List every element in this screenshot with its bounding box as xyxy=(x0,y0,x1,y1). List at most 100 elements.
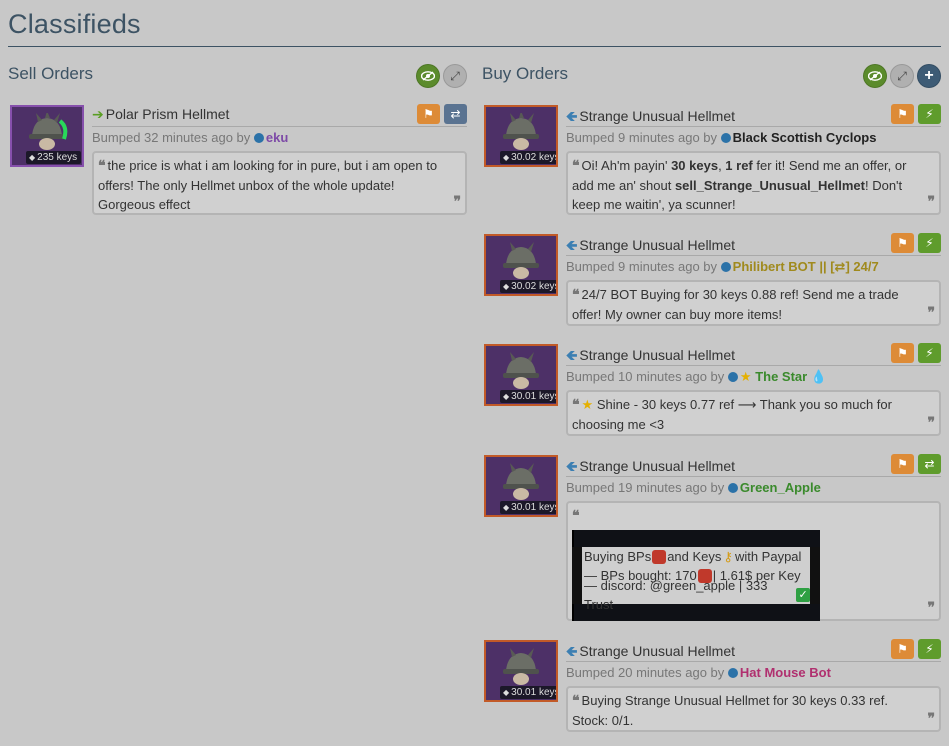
hellmet-icon xyxy=(503,463,539,500)
quote-open-icon: ❝ xyxy=(572,693,580,709)
quote-open-icon: ❝ xyxy=(572,158,580,174)
tag-icon: ◆ xyxy=(503,503,510,512)
expand-icon[interactable]: ⤢ xyxy=(890,64,914,88)
item-title-row: 🡸 Strange Unusual Hellmet ⚑ ⇄ xyxy=(566,454,941,480)
price-tag: ◆ 30.01 keys xyxy=(500,390,556,403)
sell-arrow-icon: ➔ xyxy=(92,106,104,122)
item-name[interactable]: 🡸 Strange Unusual Hellmet xyxy=(566,456,735,480)
instant-trade-lightning-icon[interactable]: ⚡ xyxy=(918,639,941,659)
quote-close-icon: ❞ xyxy=(927,711,935,727)
quote-close-icon: ❞ xyxy=(927,194,935,210)
user-link[interactable]: eku xyxy=(266,130,288,145)
listing-message: ❝ Oi! Ah'm payin' 30 keys, 1 ref fer it! … xyxy=(566,151,941,215)
user-link[interactable]: Black Scottish Cyclops xyxy=(733,130,877,145)
report-flag-icon[interactable]: ⚑ xyxy=(891,104,914,124)
backpack-emoji-icon xyxy=(652,549,667,564)
instant-trade-lightning-icon[interactable]: ⚡ xyxy=(918,343,941,363)
item-thumbnail[interactable]: ◆ 30.02 keys xyxy=(484,234,558,296)
bumped-info: Bumped 19 minutes ago by Green_Apple xyxy=(566,480,821,495)
instant-trade-lightning-icon[interactable]: ⚡ xyxy=(918,233,941,253)
item-thumbnail[interactable]: ◆ 235 keys xyxy=(10,105,84,167)
report-flag-icon[interactable]: ⚑ xyxy=(891,639,914,659)
buy-orders-header: Buy Orders ⤢ + xyxy=(482,56,941,92)
trade-swap-icon[interactable]: ⇄ xyxy=(918,454,941,474)
hellmet-icon xyxy=(503,648,539,685)
toggle-visibility-icon[interactable] xyxy=(863,64,887,88)
report-flag-icon[interactable]: ⚑ xyxy=(891,454,914,474)
toggle-visibility-icon[interactable] xyxy=(416,64,440,88)
buy-orders-column: Buy Orders ⤢ + ◆ 30.02 keys 🡸 Strange Unus… xyxy=(482,56,941,732)
user-link[interactable]: Hat Mouse Bot xyxy=(740,665,831,680)
quote-open-icon: ❝ xyxy=(98,158,106,174)
quote-close-icon: ❞ xyxy=(927,415,935,431)
sell-orders-header: Sell Orders ⤢ xyxy=(8,56,467,92)
online-status-icon xyxy=(727,372,738,382)
listing-message: ❝ the price is what i am looking for in p… xyxy=(92,151,467,215)
add-listing-icon[interactable]: + xyxy=(917,64,941,88)
quote-open-icon: ❝ xyxy=(572,508,580,524)
expand-icon[interactable]: ⤢ xyxy=(443,64,467,88)
listing-message: ❝ Buying Strange Unusual Hellmet for 30 k… xyxy=(566,686,941,732)
online-status-icon xyxy=(253,133,264,143)
listing-message: ❝ Buying BPs and Keys ⚷ with Paypal — BPs… xyxy=(566,501,941,621)
price-tag: ◆ 30.02 keys xyxy=(500,280,556,293)
hellmet-icon xyxy=(503,242,539,279)
ascii-line: — discord: @green_apple | 333 Trust ✓ xyxy=(572,578,820,612)
item-name[interactable]: 🡸 Strange Unusual Hellmet xyxy=(566,235,735,259)
user-link[interactable]: The Star xyxy=(755,369,807,384)
online-status-icon xyxy=(720,262,731,272)
listing-message: ❝ ★ Shine - 30 keys 0.77 ref ⟶ Thank you … xyxy=(566,390,941,436)
item-name[interactable]: 🡸 Strange Unusual Hellmet xyxy=(566,106,735,130)
item-thumbnail[interactable]: ◆ 30.01 keys xyxy=(484,640,558,702)
item-name[interactable]: ➔ Polar Prism Hellmet xyxy=(92,106,229,123)
key-emoji-icon: ⚷ xyxy=(723,549,733,564)
item-title-row: 🡸 Strange Unusual Hellmet ⚑ ⚡ xyxy=(566,233,941,259)
item-thumbnail[interactable]: ◆ 30.01 keys xyxy=(484,344,558,406)
price-tag: ◆ 30.01 keys xyxy=(500,686,556,699)
ascii-border-top xyxy=(572,530,820,547)
tag-icon: ◆ xyxy=(503,153,510,162)
buy-arrow-icon: 🡸 xyxy=(566,108,578,124)
report-flag-icon[interactable]: ⚑ xyxy=(891,233,914,253)
title-divider xyxy=(8,46,941,47)
droplet-icon: 💧 xyxy=(810,369,828,384)
item-thumbnail[interactable]: ◆ 30.02 keys xyxy=(484,105,558,167)
quote-open-icon: ❝ xyxy=(572,287,580,303)
user-link[interactable]: Green_Apple xyxy=(740,480,821,495)
online-status-icon xyxy=(727,483,738,493)
user-link[interactable]: Philibert BOT || [⇄] 24/7 xyxy=(733,259,879,274)
instant-trade-lightning-icon[interactable]: ⚡ xyxy=(918,104,941,124)
bumped-info: Bumped 9 minutes ago by Philibert BOT ||… xyxy=(566,259,879,274)
report-flag-icon[interactable]: ⚑ xyxy=(417,104,440,124)
online-status-icon xyxy=(727,668,738,678)
buy-arrow-icon: 🡸 xyxy=(566,458,578,474)
item-name[interactable]: 🡸 Strange Unusual Hellmet xyxy=(566,641,735,665)
bumped-info: Bumped 32 minutes ago by eku xyxy=(92,130,289,145)
sell-orders-title: Sell Orders xyxy=(8,64,94,83)
check-emoji-icon: ✓ xyxy=(796,587,810,602)
bumped-info: Bumped 9 minutes ago by Black Scottish C… xyxy=(566,130,877,145)
quote-close-icon: ❞ xyxy=(927,305,935,321)
hellmet-icon xyxy=(503,113,539,150)
price-tag: ◆ 235 keys xyxy=(26,151,82,164)
buy-arrow-icon: 🡸 xyxy=(566,643,578,659)
report-flag-icon[interactable]: ⚑ xyxy=(891,343,914,363)
tag-icon: ◆ xyxy=(503,282,510,291)
buy-arrow-icon: 🡸 xyxy=(566,237,578,253)
bumped-info: Bumped 10 minutes ago by ★ The Star 💧 xyxy=(566,369,828,384)
quote-close-icon: ❞ xyxy=(927,600,935,616)
hellmet-icon xyxy=(29,113,68,150)
price-tag: ◆ 30.02 keys xyxy=(500,151,556,164)
ascii-line: Buying BPs and Keys ⚷ with Paypal xyxy=(572,547,820,566)
star-icon: ★ xyxy=(581,397,594,412)
tag-icon: ◆ xyxy=(29,153,36,162)
item-title-row: 🡸 Strange Unusual Hellmet ⚑ ⚡ xyxy=(566,104,941,130)
item-thumbnail[interactable]: ◆ 30.01 keys xyxy=(484,455,558,517)
item-title-row: 🡸 Strange Unusual Hellmet ⚑ ⚡ xyxy=(566,343,941,369)
trade-swap-icon[interactable]: ⇄ xyxy=(444,104,467,124)
listing-message: ❝ 24/7 BOT Buying for 30 keys 0.88 ref! S… xyxy=(566,280,941,326)
page-title: Classifieds xyxy=(8,9,141,39)
item-name[interactable]: 🡸 Strange Unusual Hellmet xyxy=(566,345,735,369)
quote-open-icon: ❝ xyxy=(572,397,580,413)
tag-icon: ◆ xyxy=(503,392,510,401)
